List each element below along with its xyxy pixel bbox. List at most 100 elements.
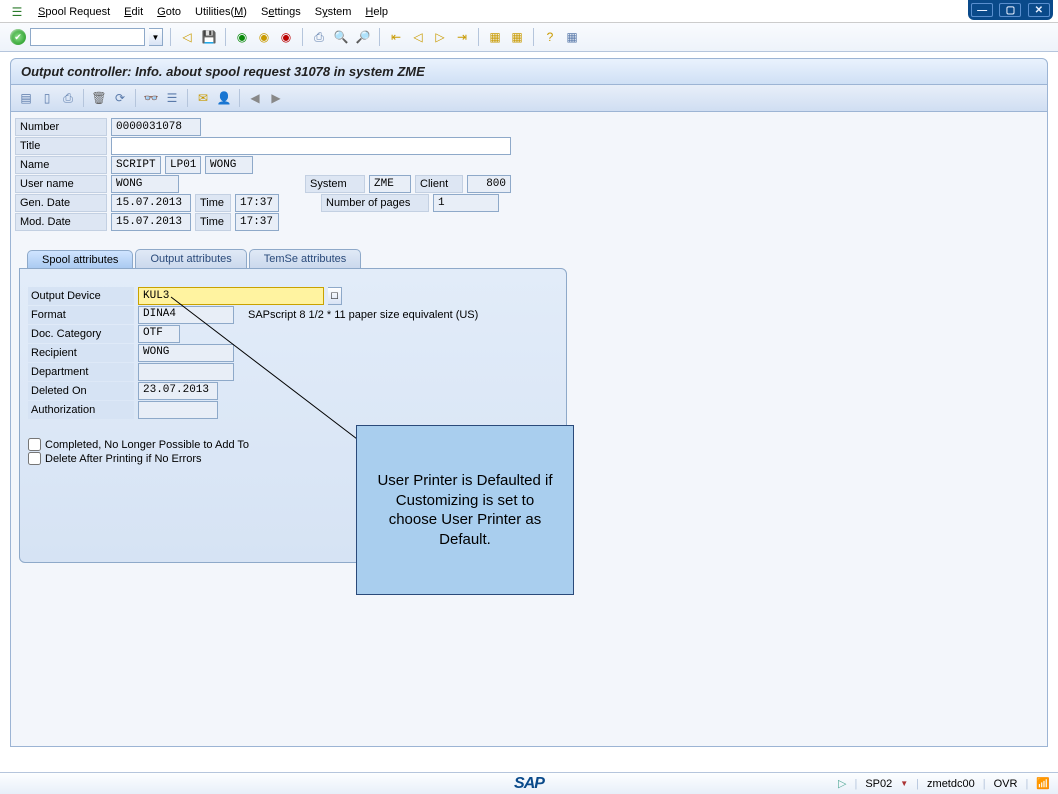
tab-temse-attributes[interactable]: TemSe attributes	[249, 249, 362, 268]
moddate-field: 15.07.2013	[111, 213, 191, 231]
user-field: WONG	[111, 175, 179, 193]
menu-utilities[interactable]: Utilities(M)	[195, 6, 247, 18]
gentime-label: Time	[195, 194, 231, 212]
menubar: ☰ Spool Request Edit Goto Utilities(M) S…	[0, 0, 1058, 23]
name3-field: WONG	[205, 156, 253, 174]
status-transaction: SP02	[865, 778, 892, 790]
glasses-icon[interactable]: 👓	[142, 89, 160, 107]
attr-icon[interactable]: ☰	[163, 89, 181, 107]
name2-field: LP01	[165, 156, 201, 174]
back-green-icon[interactable]: ◉	[233, 28, 251, 46]
shortcut-icon[interactable]: ▦	[508, 28, 526, 46]
recip-label: Recipient	[28, 344, 134, 362]
close-button[interactable]: ✕	[1028, 3, 1050, 17]
client-label: Client	[415, 175, 463, 193]
cancel-red-icon[interactable]: ◉	[277, 28, 295, 46]
separator	[379, 28, 380, 46]
command-field[interactable]	[30, 28, 145, 46]
user-label: User name	[15, 175, 107, 193]
app-toolbar: ▤ ▯ ⎙ 🗑 ⟳ 👓 ☰ ✉ 👤 ◀ ▶	[10, 85, 1048, 112]
find-icon[interactable]: 🔍	[332, 28, 350, 46]
menu-system[interactable]: System	[315, 6, 352, 18]
separator	[478, 28, 479, 46]
output-device-field[interactable]	[138, 287, 324, 305]
deleted-label: Deleted On	[28, 382, 134, 400]
print2-icon[interactable]: ⎙	[59, 89, 77, 107]
doccat-label: Doc. Category	[28, 325, 134, 343]
command-dropdown[interactable]: ▼	[149, 28, 163, 46]
last-page-icon[interactable]: ⇥	[453, 28, 471, 46]
status-dropdown-icon[interactable]: ▼	[900, 779, 908, 788]
print-icon[interactable]: ⎙	[310, 28, 328, 46]
next-icon[interactable]: ▶	[267, 89, 285, 107]
prev-page-icon[interactable]: ◁	[409, 28, 427, 46]
menu-edit[interactable]: Edit	[124, 6, 143, 18]
prev-icon[interactable]: ◀	[246, 89, 264, 107]
output-icon[interactable]: ▯	[38, 89, 56, 107]
standard-toolbar: ✔ ▼ ◁ 💾 ◉ ◉ ◉ ⎙ 🔍 🔎 ⇤ ◁ ▷ ⇥ ▦ ▦ ? ▦	[0, 23, 1058, 52]
enter-icon[interactable]: ✔	[10, 29, 26, 45]
status-system: zmetdc00	[927, 778, 975, 790]
name-label: Name	[15, 156, 107, 174]
doccat-field: OTF	[138, 325, 180, 343]
help-icon[interactable]: ?	[541, 28, 559, 46]
status-signal-icon[interactable]: 📶	[1036, 777, 1050, 790]
first-page-icon[interactable]: ⇤	[387, 28, 405, 46]
maximize-button[interactable]: ▢	[999, 3, 1021, 17]
name1-field: SCRIPT	[111, 156, 161, 174]
new-session-icon[interactable]: ▦	[486, 28, 504, 46]
completed-checkbox[interactable]	[28, 438, 41, 451]
auth-field	[138, 401, 218, 419]
tab-output-attributes[interactable]: Output attributes	[135, 249, 246, 268]
minimize-button[interactable]: —	[971, 3, 993, 17]
department-field	[138, 363, 234, 381]
recipient-field: WONG	[138, 344, 234, 362]
system-label: System	[305, 175, 365, 193]
status-mode: OVR	[994, 778, 1018, 790]
menu-spool-request[interactable]: Spool Request	[38, 6, 110, 18]
doc-icon[interactable]: ▤	[17, 89, 35, 107]
dept-label: Department	[28, 363, 134, 381]
title-label: Title	[15, 137, 107, 155]
output-device-f4-icon[interactable]: ☐	[328, 287, 342, 305]
separator	[225, 28, 226, 46]
gendate-label: Gen. Date	[15, 194, 107, 212]
system-field: ZME	[369, 175, 411, 193]
save-icon[interactable]: 💾	[200, 28, 218, 46]
modtime-label: Time	[195, 213, 231, 231]
content: Number 0000031078 Title Name SCRIPT LP01…	[10, 112, 1048, 747]
deleted-field: 23.07.2013	[138, 382, 218, 400]
delete-after-checkbox[interactable]	[28, 452, 41, 465]
number-label: Number	[15, 118, 107, 136]
next-page-icon[interactable]: ▷	[431, 28, 449, 46]
separator	[187, 89, 188, 107]
completed-label: Completed, No Longer Possible to Add To	[45, 439, 249, 451]
exit-yellow-icon[interactable]: ◉	[255, 28, 273, 46]
separator	[302, 28, 303, 46]
back-icon[interactable]: ◁	[178, 28, 196, 46]
separator	[533, 28, 534, 46]
status-nav-icon[interactable]: ▷	[838, 777, 846, 790]
annotation-callout: User Printer is Defaulted if Customizing…	[356, 425, 574, 595]
user-icon[interactable]: 👤	[215, 89, 233, 107]
pages-label: Number of pages	[321, 194, 429, 212]
delete-icon[interactable]: 🗑	[90, 89, 108, 107]
find-next-icon[interactable]: 🔎	[354, 28, 372, 46]
gentime-field: 17:37	[235, 194, 279, 212]
refresh-icon[interactable]: ⟳	[111, 89, 129, 107]
menu-icon[interactable]: ☰	[10, 5, 24, 19]
menu-help[interactable]: Help	[365, 6, 388, 18]
envelope-icon[interactable]: ✉	[194, 89, 212, 107]
outdev-label: Output Device	[28, 287, 134, 305]
gendate-field: 15.07.2013	[111, 194, 191, 212]
title-field[interactable]	[111, 137, 511, 155]
separator	[170, 28, 171, 46]
format-field: DINA4	[138, 306, 234, 324]
separator	[239, 89, 240, 107]
layout-icon[interactable]: ▦	[563, 28, 581, 46]
menu-goto[interactable]: Goto	[157, 6, 181, 18]
auth-label: Authorization	[28, 401, 134, 419]
modtime-field: 17:37	[235, 213, 279, 231]
menu-settings[interactable]: Settings	[261, 6, 301, 18]
tab-spool-attributes[interactable]: Spool attributes	[27, 250, 133, 269]
